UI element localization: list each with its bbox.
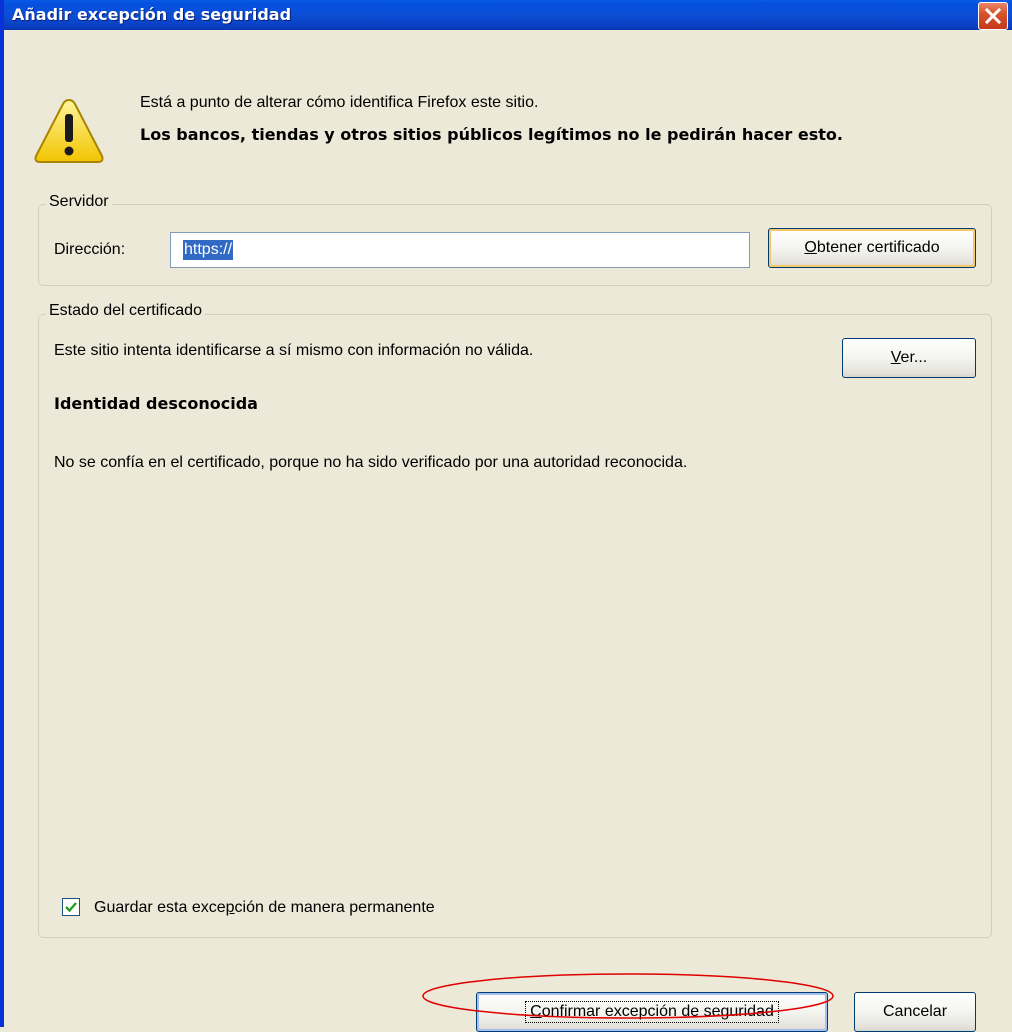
- view-mnemonic: V: [890, 349, 901, 366]
- title-bar[interactable]: Añadir excepción de seguridad: [4, 0, 1012, 30]
- confirm-exception-button[interactable]: Confirmar excepción de seguridad: [476, 992, 828, 1032]
- close-x-icon: [985, 8, 1001, 24]
- permanent-label-mnemonic: p: [225, 899, 235, 916]
- security-exception-dialog: Añadir excepción de seguridad Está a pun…: [0, 0, 1012, 1032]
- warning-triangle-icon: [34, 98, 104, 163]
- confirm-label: onfirmar excepción de seguridad: [541, 1003, 774, 1020]
- permanent-label-rest: ción de manera permanente: [234, 899, 435, 916]
- view-certificate-button[interactable]: Ver...: [842, 338, 976, 378]
- certificate-status-legend: Estado del certificado: [46, 302, 205, 320]
- server-legend: Servidor: [46, 193, 112, 211]
- address-label: Dirección:: [54, 241, 126, 258]
- dialog-title: Añadir excepción de seguridad: [12, 5, 292, 24]
- identity-detail: No se confía en el certificado, porque n…: [54, 454, 688, 471]
- checkmark-icon: [65, 902, 77, 913]
- permanent-exception-label[interactable]: Guardar esta excepción de manera permane…: [94, 899, 435, 917]
- certificate-status-description: Este sitio intenta identificarse a sí mi…: [54, 342, 534, 359]
- cancel-label: Cancelar: [882, 1003, 948, 1020]
- view-label: er...: [900, 349, 928, 366]
- close-button[interactable]: [978, 2, 1008, 30]
- get-certificate-mnemonic: O: [804, 239, 817, 256]
- confirm-mnemonic: C: [530, 1003, 542, 1020]
- get-certificate-button[interactable]: Obtener certificado: [768, 228, 976, 268]
- permanent-label-prefix: Guardar esta exce: [94, 899, 226, 916]
- address-value: https://: [183, 240, 234, 260]
- warning-message: Está a punto de alterar cómo identifica …: [140, 94, 539, 111]
- cancel-button[interactable]: Cancelar: [854, 992, 976, 1032]
- get-certificate-label: btener certificado: [816, 239, 940, 256]
- warning-bold-message: Los bancos, tiendas y otros sitios públi…: [140, 125, 843, 144]
- permanent-exception-checkbox[interactable]: [62, 898, 80, 916]
- identity-heading: Identidad desconocida: [54, 394, 258, 413]
- address-input[interactable]: https://: [170, 232, 750, 268]
